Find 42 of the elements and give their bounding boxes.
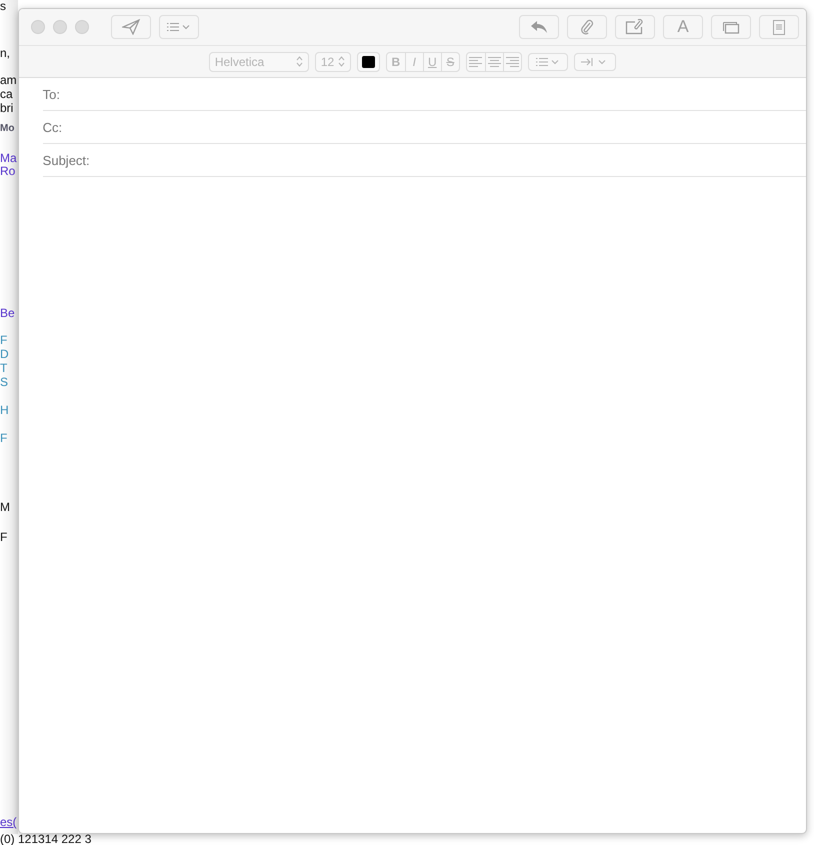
fonts-button[interactable]: A xyxy=(663,15,703,39)
document-text-fragment: ca xyxy=(0,88,13,101)
document-text-fragment: es( xyxy=(0,816,17,829)
reply-arrow-icon xyxy=(530,20,548,34)
document-text-fragment: H xyxy=(0,404,9,417)
document-text-fragment: F xyxy=(0,432,8,445)
windows-button[interactable] xyxy=(711,15,751,39)
document-text-fragment: bri xyxy=(0,102,14,115)
document-icon xyxy=(773,20,785,34)
document-text-fragment: F xyxy=(0,334,8,347)
zoom-button[interactable] xyxy=(74,20,89,34)
document-text-fragment: F xyxy=(0,531,8,544)
list-caret-icon xyxy=(534,56,561,66)
document-text-fragment: Be xyxy=(0,307,15,320)
document-text-fragment: S xyxy=(0,376,8,389)
document-text-fragment: am xyxy=(0,74,17,87)
send-button[interactable] xyxy=(110,15,151,39)
note-button[interactable] xyxy=(759,15,799,39)
document-text-fragment: T xyxy=(0,362,8,375)
stepper-icon xyxy=(338,56,346,67)
stepper-icon xyxy=(296,56,303,67)
document-text-fragment: M xyxy=(0,501,10,514)
close-button[interactable] xyxy=(30,20,45,34)
header-field[interactable]: Subject: xyxy=(42,144,806,177)
document-text-fragment: Ro xyxy=(0,165,16,178)
header-field[interactable]: To: xyxy=(42,78,806,111)
minimize-button[interactable] xyxy=(52,20,67,34)
document-text-fragment: D xyxy=(0,348,9,361)
box-paperclip-icon xyxy=(625,19,645,35)
stacked-windows-icon xyxy=(722,20,740,34)
attachment-button[interactable] xyxy=(615,15,655,39)
paperclip-icon xyxy=(580,19,594,35)
paper-plane-icon xyxy=(122,19,140,35)
header-field[interactable]: Cc: xyxy=(42,111,806,144)
document-text-fragment: Mo xyxy=(0,122,14,135)
attach-button[interactable] xyxy=(567,15,607,39)
list-menu-button[interactable] xyxy=(158,15,199,39)
list-caret-icon xyxy=(166,22,192,32)
document-text-fragment: n, xyxy=(0,47,10,60)
reply-button[interactable] xyxy=(519,15,559,39)
document-text-fragment: Ma xyxy=(0,152,17,165)
document-text-fragment: s xyxy=(0,0,6,13)
